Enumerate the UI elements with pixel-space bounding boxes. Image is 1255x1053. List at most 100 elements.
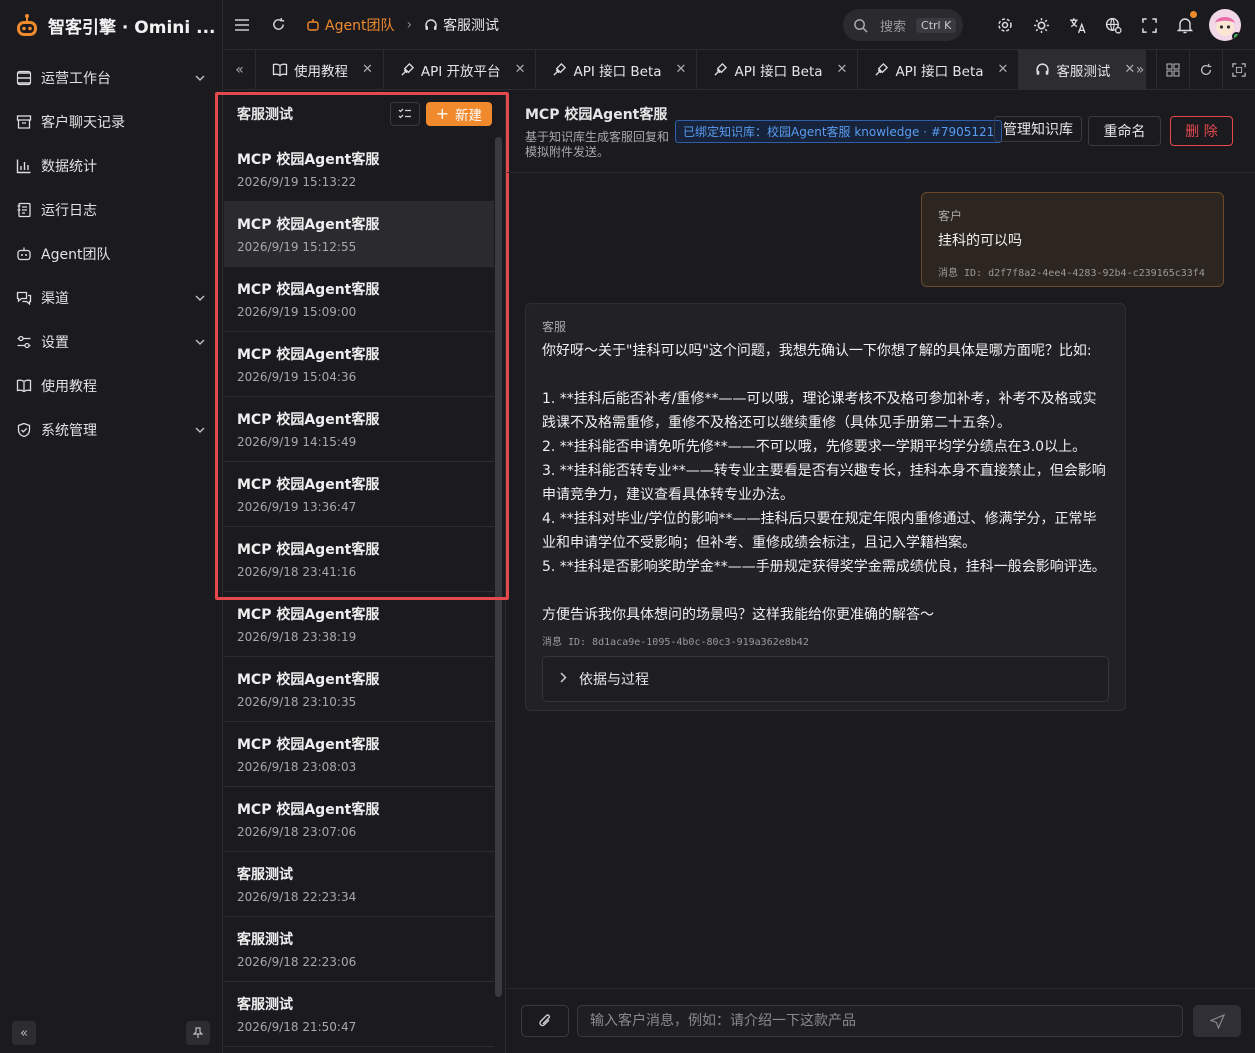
tab-1[interactable]: API 开放平台 ✕ <box>384 49 537 90</box>
message-text: 挂科的可以吗 <box>938 233 1022 249</box>
headset-icon <box>425 18 437 30</box>
send-icon <box>1209 1013 1225 1029</box>
translate-icon[interactable] <box>1059 7 1095 43</box>
list-item[interactable]: MCP 校园Agent客服 2026/9/18 23:08:03 <box>224 722 494 787</box>
sidebar-item-label: 运行日志 <box>41 203 97 219</box>
collapse-sidebar-button[interactable]: « <box>12 1021 36 1045</box>
close-tab-icon[interactable]: ✕ <box>362 62 373 77</box>
sidebar-nav: 运营工作台客户聊天记录数据统计运行日志 Agent团队渠道 设置 使用教程系统管理 <box>0 56 222 452</box>
chevron-down-icon <box>194 292 206 304</box>
tab-bar: « 使用教程 ✕ API 开放平台 ✕ API 接口 Beta ✕ API 接口 Beta ✕… <box>224 49 1255 90</box>
attach-button[interactable] <box>521 1005 569 1037</box>
tabs-scroll-right-button[interactable]: » <box>1123 50 1156 90</box>
list-item-time: 2026/9/18 23:08:03 <box>237 760 357 774</box>
menu-icon[interactable] <box>224 7 260 43</box>
agent-message-line: 4. **挂科对毕业/学位的影响**——挂科后只要在规定年限内重修通过、修满学分… <box>542 511 1097 551</box>
breadcrumb-separator: › <box>406 16 413 33</box>
manage-kb-button[interactable]: 管理知识库 <box>994 116 1082 142</box>
tabs-grid-icon[interactable] <box>1156 50 1189 90</box>
list-item[interactable]: MCP 校园Agent客服 2026/9/19 15:04:36 <box>224 332 494 397</box>
agent-message-body: 你好呀～关于"挂科可以吗"这个问题，我想先确认一下你想了解的具体是哪方面呢？比如… <box>542 339 1109 627</box>
robot-logo-icon <box>14 12 40 38</box>
breadcrumb-current: 客服测试 <box>424 15 499 35</box>
list-item-title: MCP 校园Agent客服 <box>237 477 380 493</box>
list-item[interactable]: MCP 校园Agent客服 2026/9/18 23:41:16 <box>224 527 494 592</box>
user-avatar[interactable] <box>1209 9 1241 41</box>
list-item[interactable]: MCP 校园Agent客服 2026/9/18 23:07:06 <box>224 787 494 852</box>
list-item-title: MCP 校园Agent客服 <box>237 282 380 298</box>
tab-0[interactable]: 使用教程 ✕ <box>256 49 384 90</box>
notification-bell-icon[interactable] <box>1167 7 1203 43</box>
chevron-right-icon <box>559 671 567 687</box>
rename-button[interactable]: 重命名 <box>1088 116 1161 146</box>
tab-list: 使用教程 ✕ API 开放平台 ✕ API 接口 Beta ✕ API 接口 Beta ✕ AP… <box>256 49 1147 90</box>
list-item[interactable]: MCP 校园Agent客服 2026/9/19 15:09:00 <box>224 267 494 332</box>
tab-maximize-icon[interactable] <box>1222 50 1255 90</box>
evidence-process-toggle[interactable]: 依据与过程 <box>542 656 1109 702</box>
breadcrumb-parent[interactable]: Agent团队 <box>306 15 394 35</box>
list-item[interactable]: MCP 校园Agent客服 2026/9/18 23:10:35 <box>224 657 494 722</box>
list-item-time: 2026/9/19 15:04:36 <box>237 370 357 384</box>
search-box[interactable]: 搜索 Ctrl K <box>843 9 963 41</box>
sidebar-item-3[interactable]: 运行日志 <box>0 188 222 232</box>
notification-dot <box>1190 11 1197 18</box>
sidebar-item-label: 数据统计 <box>41 159 97 175</box>
chevron-down-icon <box>194 336 206 348</box>
shield-icon <box>16 422 32 438</box>
book-icon <box>16 378 32 394</box>
refresh-icon[interactable] <box>260 7 296 43</box>
sidebar-item-0[interactable]: 运营工作台 <box>0 56 222 100</box>
sidebar-item-label: 运营工作台 <box>41 71 111 87</box>
sidebar-item-label: Agent团队 <box>41 247 111 263</box>
list-item[interactable]: MCP 校园Agent客服 2026/9/19 13:36:47 <box>224 462 494 527</box>
tab-refresh-icon[interactable] <box>1189 50 1222 90</box>
list-item[interactable]: MCP 校园Agent客服 2026/9/18 23:38:19 <box>224 592 494 657</box>
pin-sidebar-button[interactable] <box>186 1021 210 1045</box>
sidebar-item-label: 系统管理 <box>41 423 97 439</box>
delete-button[interactable]: 删 除 <box>1170 116 1233 146</box>
new-conversation-button[interactable]: + 新建 <box>425 102 492 126</box>
close-tab-icon[interactable]: ✕ <box>837 62 848 77</box>
language-globe-icon[interactable] <box>1095 7 1131 43</box>
close-tab-icon[interactable]: ✕ <box>515 62 526 77</box>
send-button[interactable] <box>1193 1005 1241 1037</box>
app-logo[interactable]: 智客引擎 · Omini ... <box>0 0 222 50</box>
sidebar-item-5[interactable]: 渠道 <box>0 276 222 320</box>
sidebar-item-1[interactable]: 客户聊天记录 <box>0 100 222 144</box>
close-tab-icon[interactable]: ✕ <box>676 62 687 77</box>
knowledge-base-badge: 已绑定知识库：校园Agent客服 knowledge · #7905121 <box>675 120 1003 143</box>
sidebar-item-6[interactable]: 设置 <box>0 320 222 364</box>
close-tab-icon[interactable]: ✕ <box>998 62 1009 77</box>
batch-select-button[interactable] <box>389 102 420 126</box>
sidebar-item-2[interactable]: 数据统计 <box>0 144 222 188</box>
list-item[interactable]: MCP 校园Agent客服 2026/9/19 15:12:55 <box>224 202 494 267</box>
list-item[interactable]: 客服测试 2026/9/18 21:50:47 <box>224 982 494 1047</box>
bot-icon <box>307 18 319 31</box>
tabs-scroll-left-button[interactable]: « <box>224 49 256 90</box>
list-item-title: MCP 校园Agent客服 <box>237 152 380 168</box>
message-role: 客户 <box>938 209 963 223</box>
tab-2[interactable]: API 接口 Beta ✕ <box>536 49 698 90</box>
list-item-time: 2026/9/18 23:38:19 <box>237 630 357 644</box>
theme-sun-icon[interactable] <box>1023 7 1059 43</box>
sidebar-item-7[interactable]: 使用教程 <box>0 364 222 408</box>
settings-gear-icon[interactable] <box>987 7 1023 43</box>
conversation-list-panel: 客服测试 + 新建 MCP 校园Agent客服 2026/9/19 15:13:2… <box>224 91 506 1053</box>
fullscreen-icon[interactable] <box>1131 7 1167 43</box>
tab-4[interactable]: API 接口 Beta ✕ <box>858 49 1020 90</box>
sidebar-item-8[interactable]: 系统管理 <box>0 408 222 452</box>
headset-icon <box>1035 62 1050 77</box>
pin-icon <box>192 1027 204 1038</box>
list-item[interactable]: MCP 校园Agent客服 2026/9/19 15:13:22 <box>224 137 494 202</box>
sidebar-item-4[interactable]: Agent团队 <box>0 232 222 276</box>
list-item[interactable]: 客服测试 2026/9/18 22:23:06 <box>224 917 494 982</box>
list-item[interactable]: 客服测试 2026/9/18 22:23:34 <box>224 852 494 917</box>
search-icon <box>854 18 868 33</box>
message-input[interactable] <box>577 1005 1183 1037</box>
search-placeholder: 搜索 <box>880 19 907 35</box>
list-title: 客服测试 <box>237 107 293 123</box>
list-item-title: MCP 校园Agent客服 <box>237 737 380 753</box>
list-item[interactable]: MCP 校园Agent客服 2026/9/19 14:15:49 <box>224 397 494 462</box>
tab-3[interactable]: API 接口 Beta ✕ <box>697 49 859 90</box>
list-scrollbar[interactable] <box>495 137 502 997</box>
